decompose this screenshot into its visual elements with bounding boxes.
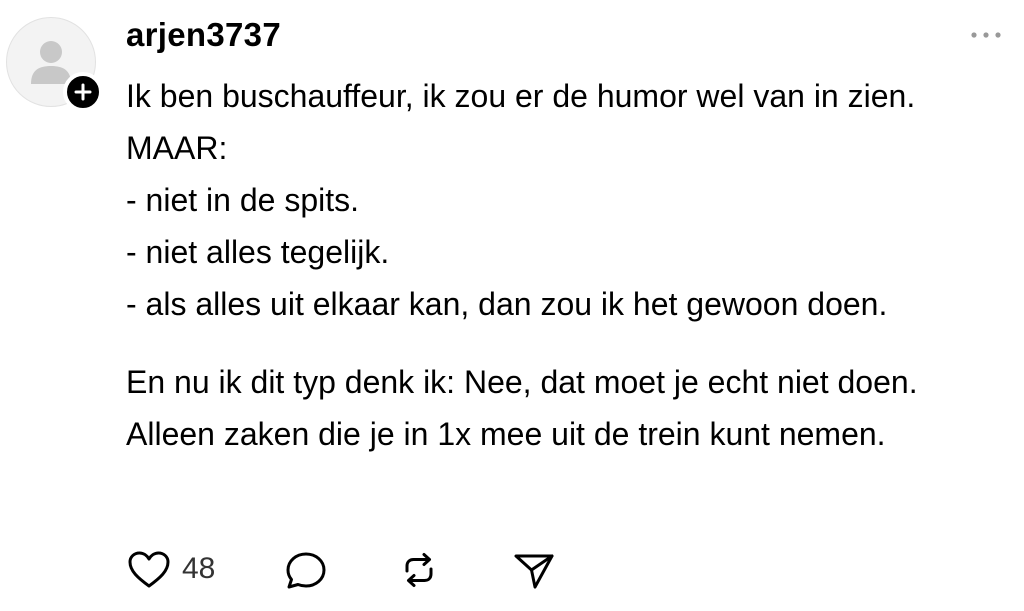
send-icon — [514, 554, 554, 589]
more-options-button[interactable] — [966, 22, 1006, 48]
repost-button[interactable] — [396, 545, 442, 595]
post-line: - niet in de spits. — [126, 182, 359, 218]
reply-button[interactable] — [283, 545, 329, 595]
heart-icon — [128, 551, 170, 588]
post-line: Ik ben buschauffeur, ik zou er de humor … — [126, 78, 916, 114]
more-horizontal-icon — [971, 32, 1001, 38]
avatar-container[interactable] — [6, 17, 103, 112]
post-line: MAAR: — [126, 130, 228, 166]
repost-icon — [405, 553, 433, 587]
follow-button[interactable] — [63, 72, 103, 112]
post-line: Alleen zaken die je in 1x mee uit de tre… — [126, 416, 886, 452]
post-line: En nu ik dit typ denk ik: Nee, dat moet … — [126, 364, 918, 400]
comment-bubble-icon — [286, 552, 326, 589]
post-body: Ik ben buschauffeur, ik zou er de humor … — [126, 70, 1016, 460]
post-line: - als alles uit elkaar kan, dan zou ik h… — [126, 286, 888, 322]
like-count: 48 — [182, 552, 216, 585]
action-bar: 48 — [126, 545, 586, 595]
post-line: - niet alles tegelijk. — [126, 234, 390, 270]
plus-icon — [74, 83, 92, 101]
post-card: arjen3737 Ik ben buschauffeur, ik zou er… — [0, 0, 1024, 611]
username[interactable]: arjen3737 — [126, 13, 281, 57]
like-button[interactable]: 48 — [126, 545, 226, 595]
share-button[interactable] — [511, 545, 557, 595]
